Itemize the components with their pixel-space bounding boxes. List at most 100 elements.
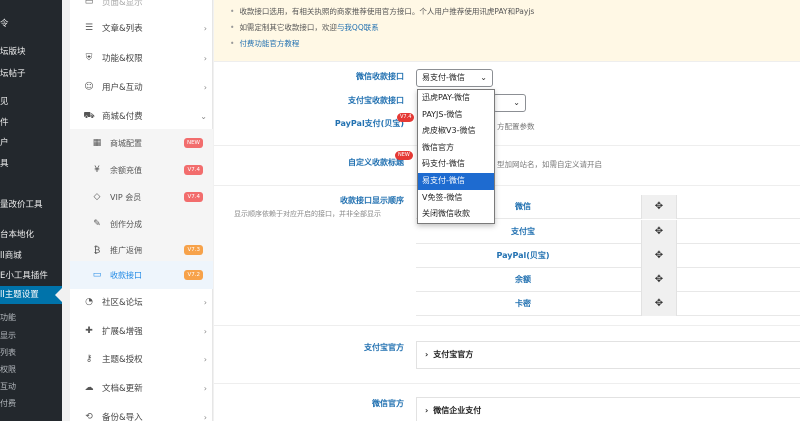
dropdown-option[interactable]: 码支付-微信 xyxy=(418,156,494,173)
nav-item-forum[interactable]: ◔ 社区&论坛 › xyxy=(70,288,213,316)
wp-submenu-item[interactable]: 付费 xyxy=(0,398,62,409)
wp-submenu-item[interactable]: 显示 xyxy=(0,330,62,341)
key-icon: ⚷ xyxy=(85,354,93,364)
wp-menu-item[interactable]: 具 xyxy=(0,157,62,169)
dropdown-option[interactable]: 虎皮椒V3-微信 xyxy=(418,123,494,140)
order-hint: 显示顺序依赖于对应开启的接口，并非全部显示 xyxy=(234,210,381,218)
move-icon[interactable]: ✥ xyxy=(641,220,677,244)
notice-line: 如需定制其它收款接口，欢迎与我QQ联系 xyxy=(238,20,800,36)
alipay-official-accordion[interactable]: › 支付宝官方 xyxy=(416,341,800,369)
diamond-icon: ◇ xyxy=(93,192,101,202)
move-icon[interactable]: ✥ xyxy=(641,268,677,292)
notice-box: 收款接口选用，有相关执照的商家推荐使用官方接口。个人用户推荐使用讯虎PAY和Pa… xyxy=(214,0,800,61)
settings-panel: 收款接口选用，有相关执照的商家推荐使用官方接口。个人用户推荐使用讯虎PAY和Pa… xyxy=(214,0,800,421)
dropdown-option[interactable]: V免签-微信 xyxy=(418,190,494,207)
contact-link[interactable]: 与我QQ联系 xyxy=(337,23,379,32)
wp-menu-item[interactable]: E小工具插件 xyxy=(0,269,62,281)
backup-icon: ⟲ xyxy=(85,412,93,421)
nav-item-backup[interactable]: ⟲ 备份&导入 › xyxy=(70,403,213,421)
paypal-hint: 方配置参数 xyxy=(497,122,535,131)
new-badge: NEW xyxy=(183,138,203,148)
wp-menu-item[interactable]: 户 xyxy=(0,136,62,148)
nav-sub-vip[interactable]: ◇ VIP 会员 V7.4 xyxy=(70,183,213,211)
chevron-right-icon: › xyxy=(425,350,429,359)
wp-menu-item[interactable]: 量改价工具 xyxy=(0,198,62,210)
nav-sub-share[interactable]: ✎ 创作分成 xyxy=(70,210,213,238)
dropdown-option[interactable]: PAYJS-微信 xyxy=(418,107,494,124)
dropdown-option[interactable]: 微信官方 xyxy=(418,140,494,157)
move-icon[interactable]: ✥ xyxy=(641,195,677,219)
sortable-row[interactable]: PayPal(贝宝) ✥ xyxy=(416,244,800,268)
nav-item-features[interactable]: ⛨ 功能&权限 › xyxy=(70,44,213,72)
divider xyxy=(214,61,800,62)
chevron-down-icon: ⌄ xyxy=(480,73,487,82)
wechat-label: 微信收款接口 xyxy=(356,72,404,81)
list-icon: ☰ xyxy=(84,23,94,33)
wp-submenu-item[interactable]: 权限 xyxy=(0,364,62,375)
wp-submenu-item[interactable]: 互动 xyxy=(0,381,62,392)
nav-item-extend[interactable]: ✚ 扩展&增强 › xyxy=(70,317,213,345)
nav-sub-recharge[interactable]: ¥ 余额充值 V7.4 xyxy=(70,156,213,184)
move-icon[interactable]: ✥ xyxy=(641,244,677,268)
divider xyxy=(214,383,800,384)
alipay-official-label: 支付宝官方 xyxy=(364,343,404,352)
custom-title-hint: 型加网站名，如需自定义请开启 xyxy=(497,160,602,169)
nav-item-partial[interactable]: ▭ 页面&显示 xyxy=(70,0,213,8)
divider xyxy=(214,325,800,326)
version-badge: V7.4 xyxy=(184,192,203,202)
nav-sub-referral[interactable]: ₿ 推广返佣 V7.3 xyxy=(70,236,213,264)
nav-sub-shop-config[interactable]: ▦ 商城配置 NEW xyxy=(70,129,213,157)
wp-menu-item[interactable]: 令 xyxy=(0,17,62,29)
nav-item-users[interactable]: ☺ 用户&互动 › xyxy=(70,73,213,101)
order-label: 收款接口显示顺序 xyxy=(340,196,404,205)
layout-icon: ▭ xyxy=(84,0,94,7)
notice-line: 收款接口选用，有相关执照的商家推荐使用官方接口。个人用户推荐使用讯虎PAY和Pa… xyxy=(238,4,800,20)
wp-menu-item[interactable]: 台本地化 xyxy=(0,228,62,240)
nav-item-posts[interactable]: ☰ 文章&列表 › xyxy=(70,14,213,42)
sortable-row[interactable]: 卡密 ✥ xyxy=(416,292,800,316)
wechat-official-accordion[interactable]: › 微信企业支付 xyxy=(416,397,800,421)
nav-item-license[interactable]: ⚷ 主题&授权 › xyxy=(70,345,213,373)
wechat-official-label: 微信官方 xyxy=(372,399,404,408)
wp-menu-item[interactable]: 坛版块 xyxy=(0,45,62,57)
nav-item-shop[interactable]: ⛟ 商城&付费 ⌄ xyxy=(70,102,213,130)
wp-menu-item[interactable]: ll商城 xyxy=(0,249,62,261)
card-icon: ▭ xyxy=(92,270,102,280)
tutorial-link[interactable]: 付费功能官方教程 xyxy=(239,39,299,48)
puzzle-icon: ✚ xyxy=(85,326,93,336)
alipay-label: 支付宝收款接口 xyxy=(348,96,404,105)
version-tag: V7.4 xyxy=(397,113,415,122)
wp-menu-item[interactable]: 坛帖子 xyxy=(0,67,62,79)
user-icon: ☺ xyxy=(84,82,94,92)
nav-item-docs[interactable]: ☁ 文档&更新 › xyxy=(70,374,213,402)
wp-submenu-item[interactable]: 功能 xyxy=(0,312,62,323)
cloud-icon: ☁ xyxy=(84,383,94,393)
nav-sub-payment[interactable]: ▭ 收款接口 V7.2 xyxy=(70,261,213,289)
forum-icon: ◔ xyxy=(85,297,93,307)
version-badge: V7.3 xyxy=(184,245,203,255)
wechat-dropdown-list: 迅虎PAY-微信 PAYJS-微信 虎皮椒V3-微信 微信官方 码支付-微信 易… xyxy=(417,89,495,224)
new-tag: NEW xyxy=(395,151,413,160)
bitcoin-icon: ₿ xyxy=(93,245,101,256)
shield-icon: ⛨ xyxy=(85,53,93,63)
cart-icon: ⛟ xyxy=(83,110,95,121)
wp-menu-item-active[interactable]: ll主题设置 xyxy=(0,286,62,304)
wp-submenu-item[interactable]: 列表 xyxy=(0,347,62,358)
wp-admin-sidebar: 令 坛版块 坛帖子 见 件 户 具 量改价工具 台本地化 ll商城 E小工具插件… xyxy=(0,0,62,421)
options-nav: ▭ 页面&显示 ☰ 文章&列表 › ⛨ 功能&权限 › ☺ 用户&互动 › ⛟ 商城&付费 ⌄ ▦… xyxy=(70,0,213,421)
divider xyxy=(214,185,800,186)
wp-menu-item[interactable]: 见 xyxy=(0,95,62,107)
dropdown-option[interactable]: 关闭微信收款 xyxy=(418,206,494,223)
wechat-select[interactable]: 易支付-微信 ⌄ xyxy=(416,69,493,87)
yen-icon: ¥ xyxy=(94,165,100,175)
dropdown-option[interactable]: 迅虎PAY-微信 xyxy=(418,90,494,107)
wp-menu-item[interactable]: 件 xyxy=(0,116,62,128)
sortable-row[interactable]: 余额 ✥ xyxy=(416,268,800,292)
alipay-select[interactable]: ⌄ xyxy=(493,94,526,112)
dropdown-option-selected[interactable]: 易支付-微信 xyxy=(418,172,494,190)
version-badge: V7.2 xyxy=(184,270,203,280)
chevron-right-icon: › xyxy=(425,406,429,415)
store-icon: ▦ xyxy=(92,138,102,148)
move-icon[interactable]: ✥ xyxy=(641,292,677,316)
notice-line: 付费功能官方教程 xyxy=(238,36,800,52)
